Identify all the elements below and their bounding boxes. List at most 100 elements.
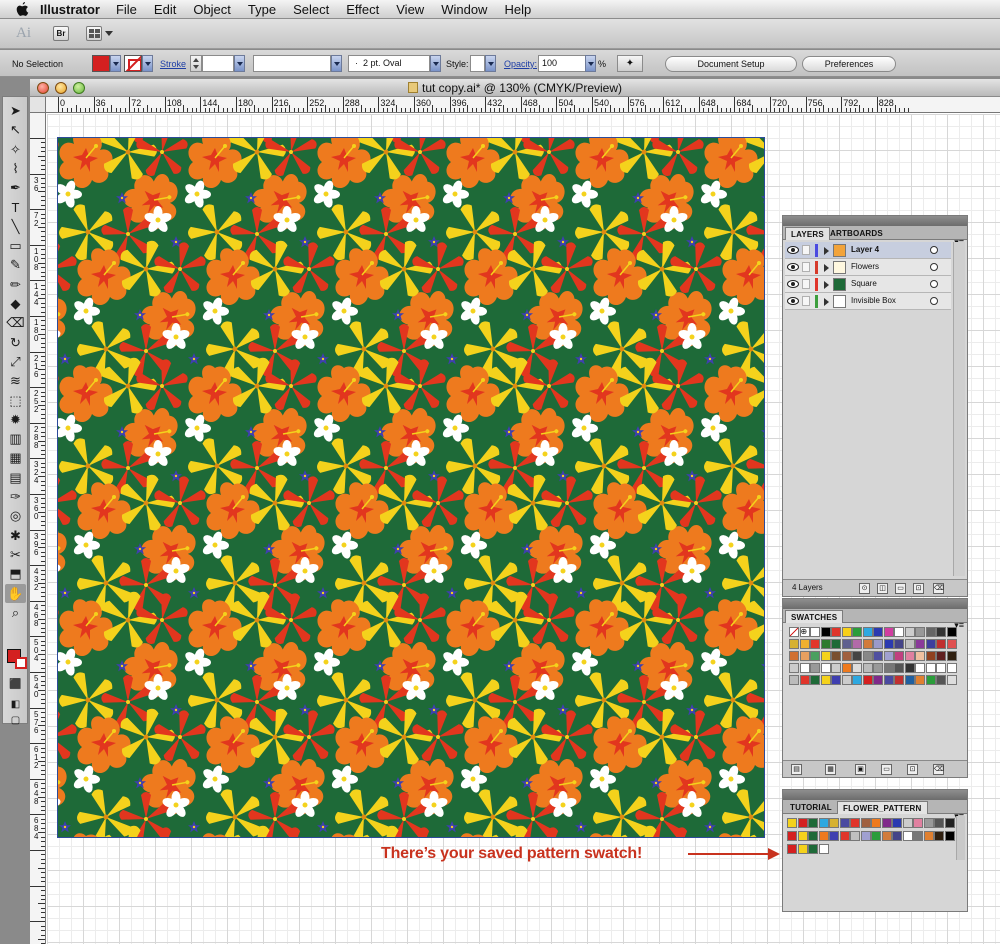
swatch[interactable] — [936, 627, 946, 637]
swatch[interactable] — [915, 675, 925, 685]
swatch[interactable] — [904, 651, 915, 661]
chevron-down-icon[interactable] — [105, 31, 113, 36]
swatch[interactable] — [946, 675, 957, 685]
swatch[interactable] — [841, 675, 852, 685]
library-swatch[interactable] — [808, 831, 818, 841]
swatch[interactable] — [925, 627, 936, 637]
swatch[interactable] — [946, 639, 957, 649]
library-swatch[interactable] — [850, 831, 860, 841]
swatch[interactable] — [862, 639, 873, 649]
brush-definition-field[interactable]: · 2 pt. Oval — [348, 55, 430, 72]
swatch[interactable] — [894, 675, 904, 685]
library-swatch[interactable] — [850, 818, 860, 828]
swatch[interactable] — [810, 651, 820, 661]
tab-layers[interactable]: LAYERS — [785, 227, 830, 240]
graphic-style-swatch[interactable] — [470, 55, 485, 72]
free-transform-tool-icon[interactable]: ⬚ — [5, 391, 26, 410]
swatch[interactable] — [894, 651, 904, 661]
swatch[interactable] — [799, 663, 810, 673]
library-swatch[interactable] — [923, 818, 934, 828]
swatch[interactable] — [936, 639, 946, 649]
swatch[interactable] — [915, 663, 925, 673]
library-swatch[interactable] — [902, 831, 913, 841]
vertical-ruler[interactable]: 36 72 108 144 180 216 252 288 324 360 396 432 468 504… — [30, 113, 46, 944]
profile-dropdown[interactable] — [331, 55, 342, 72]
scale-tool-icon[interactable]: ⤢ — [5, 352, 26, 371]
warp-tool-icon[interactable]: ≋ — [5, 371, 26, 390]
swatch[interactable] — [946, 627, 957, 637]
disclosure-triangle-icon[interactable] — [824, 281, 829, 289]
gradient-tool-icon[interactable]: ▤ — [5, 468, 26, 487]
swatch[interactable] — [915, 627, 925, 637]
opacity-label-link[interactable]: Opacity: — [504, 59, 537, 69]
minimize-window-button[interactable] — [55, 82, 67, 94]
fill-dropdown[interactable] — [110, 55, 121, 72]
pencil-tool-icon[interactable]: ✏ — [5, 275, 26, 294]
lock-toggle[interactable] — [802, 262, 810, 272]
menu-effect[interactable]: Effect — [346, 2, 379, 17]
make-clipping-mask-icon[interactable]: ◫ — [877, 583, 888, 594]
tab-swatches[interactable]: SWATCHES — [785, 610, 844, 623]
swatch[interactable] — [925, 675, 936, 685]
library-swatch[interactable] — [787, 818, 797, 828]
delete-swatch-icon[interactable]: ⌫ — [933, 764, 944, 775]
lock-toggle[interactable] — [802, 279, 810, 289]
swatch[interactable] — [831, 675, 841, 685]
disclosure-triangle-icon[interactable] — [824, 264, 829, 272]
stroke-label-link[interactable]: Stroke — [160, 59, 186, 69]
opacity-field[interactable]: 100 — [538, 55, 591, 72]
library-swatch[interactable] — [787, 831, 797, 841]
lock-toggle[interactable] — [802, 296, 810, 306]
swatch[interactable] — [894, 639, 904, 649]
preferences-button[interactable]: Preferences — [802, 56, 896, 72]
swatch[interactable] — [789, 663, 799, 673]
eye-icon[interactable] — [787, 262, 799, 272]
target-icon[interactable] — [930, 297, 938, 305]
swatch[interactable] — [862, 675, 873, 685]
swatch[interactable] — [789, 675, 799, 685]
swatch[interactable] — [873, 639, 883, 649]
zoom-tool-icon[interactable]: ⌕ — [5, 603, 26, 622]
disclosure-triangle-icon[interactable] — [824, 298, 829, 306]
library-swatch[interactable] — [818, 831, 829, 841]
swatch[interactable] — [883, 639, 894, 649]
new-color-group-icon[interactable]: ▭ — [881, 764, 892, 775]
swatch[interactable] — [799, 639, 810, 649]
swatch[interactable] — [894, 627, 904, 637]
swatch[interactable] — [810, 627, 820, 637]
tab-flower-pattern[interactable]: FLOWER_PATTERN — [837, 801, 928, 814]
swatch[interactable] — [841, 639, 852, 649]
stroke-weight-dropdown[interactable] — [234, 55, 245, 72]
swatch[interactable] — [841, 663, 852, 673]
stroke-weight-stepper[interactable] — [190, 55, 202, 72]
swatch[interactable] — [873, 675, 883, 685]
library-swatch[interactable] — [797, 831, 808, 841]
swatch[interactable] — [789, 651, 799, 661]
menu-object[interactable]: Object — [193, 2, 231, 17]
library-swatch[interactable] — [839, 818, 850, 828]
swatch[interactable] — [831, 663, 841, 673]
swatch[interactable] — [852, 627, 862, 637]
library-swatch[interactable] — [934, 818, 944, 828]
swatch[interactable] — [799, 675, 810, 685]
library-swatch[interactable] — [934, 831, 944, 841]
swatch[interactable] — [799, 651, 810, 661]
locate-object-icon[interactable]: ⊙ — [859, 583, 870, 594]
menu-window[interactable]: Window — [441, 2, 487, 17]
delete-layer-icon[interactable]: ⌫ — [933, 583, 944, 594]
library-swatch[interactable] — [923, 831, 934, 841]
swatch[interactable] — [915, 651, 925, 661]
target-icon[interactable] — [930, 263, 938, 271]
panel-header[interactable] — [783, 790, 967, 800]
swatch-libraries-icon[interactable]: ▤ — [791, 764, 802, 775]
arrange-documents-button[interactable] — [86, 26, 102, 41]
swatch[interactable] — [820, 663, 831, 673]
slice-tool-icon[interactable]: ✂ — [5, 545, 26, 564]
new-layer-icon[interactable]: ⊡ — [913, 583, 924, 594]
swatch[interactable] — [873, 663, 883, 673]
swatch[interactable] — [936, 675, 946, 685]
library-swatch[interactable] — [902, 818, 913, 828]
panel-header[interactable] — [783, 216, 967, 226]
stroke-weight-field[interactable] — [202, 55, 234, 72]
stroke-color-dropdown[interactable] — [142, 55, 153, 72]
